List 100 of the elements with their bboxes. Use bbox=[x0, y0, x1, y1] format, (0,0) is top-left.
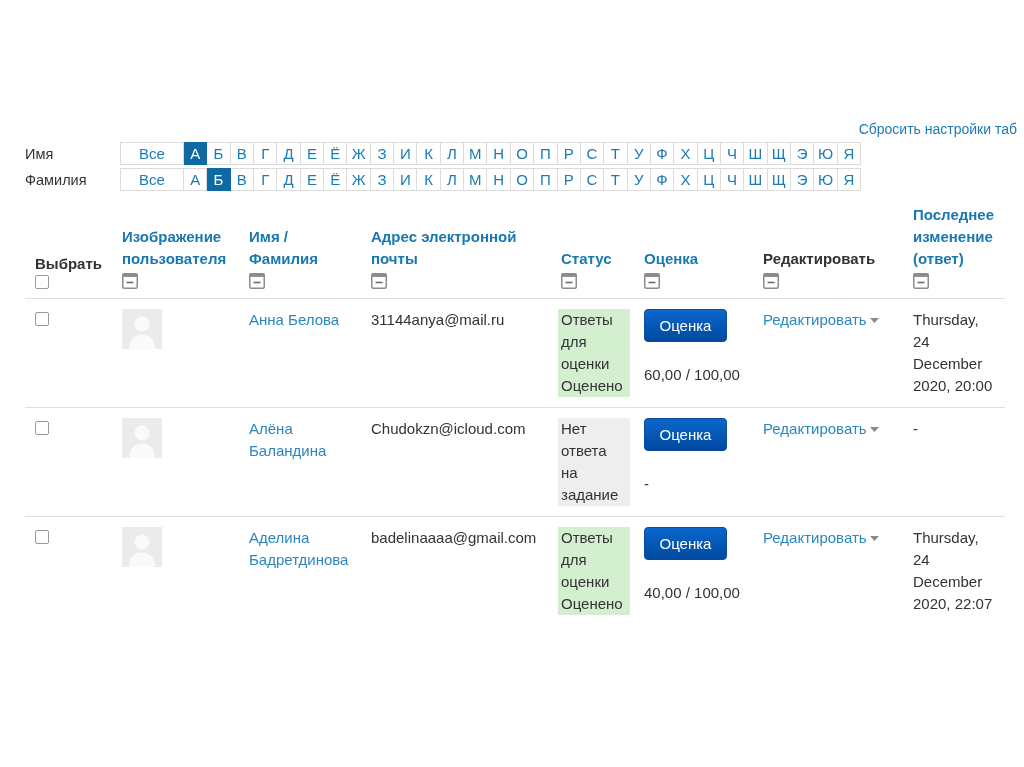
edit-menu-link[interactable]: Редактировать bbox=[763, 527, 879, 549]
column-header-link[interactable]: Последнее изменение (ответ) bbox=[913, 204, 997, 270]
grade-text: 40,00 / 100,00 bbox=[644, 583, 740, 603]
initial-filter-item[interactable]: Щ bbox=[767, 142, 791, 165]
initial-filter-item[interactable]: Н bbox=[487, 142, 511, 165]
minus-box-icon[interactable] bbox=[561, 273, 577, 289]
user-name-link[interactable]: Аделина Бадретдинова bbox=[249, 527, 355, 571]
initial-filter-item[interactable]: Х bbox=[674, 142, 698, 165]
date-text: - bbox=[913, 419, 919, 439]
initial-filter-item[interactable]: Ш bbox=[744, 142, 768, 165]
grading-status-text: Оценено bbox=[561, 594, 624, 614]
initial-filter-item[interactable]: К bbox=[417, 142, 441, 165]
row-checkbox[interactable] bbox=[35, 421, 49, 435]
initial-filter-item[interactable]: Я bbox=[837, 168, 861, 191]
date-text: Thursday, 24 December 2020, 20:00 bbox=[913, 310, 994, 396]
row-checkbox[interactable] bbox=[35, 312, 49, 326]
initial-filter-item[interactable]: У bbox=[627, 168, 651, 191]
initial-filter-item[interactable]: Ю bbox=[814, 168, 838, 191]
initial-filter-item[interactable]: М bbox=[464, 168, 488, 191]
initial-filter-item[interactable]: Ж bbox=[347, 168, 371, 191]
initial-filter-item[interactable]: Д bbox=[277, 168, 301, 191]
initial-filter-item[interactable]: Р bbox=[557, 168, 581, 191]
initial-filter-item[interactable]: У bbox=[627, 142, 651, 165]
initial-filter-item[interactable]: Ч bbox=[720, 168, 745, 191]
initial-filter-item[interactable]: Е bbox=[300, 168, 325, 191]
column-header-link[interactable]: Фамилия bbox=[249, 250, 318, 267]
filter-label: Фамилия bbox=[25, 172, 87, 188]
initial-filter-item[interactable]: В bbox=[230, 168, 255, 191]
initial-filter-item[interactable]: Г bbox=[254, 168, 278, 191]
initial-filter-item[interactable]: Ё bbox=[324, 168, 348, 191]
row-checkbox[interactable] bbox=[35, 530, 49, 544]
column-header-link[interactable]: Оценка bbox=[644, 248, 699, 270]
caret-icon bbox=[869, 426, 879, 432]
initial-filter-item[interactable]: О bbox=[510, 168, 535, 191]
minus-box-icon[interactable] bbox=[122, 273, 138, 289]
column-header-link[interactable]: Адрес электронной почты bbox=[371, 226, 545, 270]
initial-filter-item[interactable]: Щ bbox=[767, 168, 791, 191]
initial-filter-item[interactable]: Ё bbox=[324, 142, 348, 165]
initial-filter-item[interactable]: Ц bbox=[697, 142, 721, 165]
initial-filter-item[interactable]: Х bbox=[674, 168, 698, 191]
initial-filter-item[interactable]: Т bbox=[604, 168, 628, 191]
initial-filter-item[interactable]: К bbox=[417, 168, 441, 191]
initial-filter-item[interactable]: Все bbox=[121, 168, 184, 191]
initial-filter-item[interactable]: Ю bbox=[814, 142, 838, 165]
initial-filter-item[interactable]: И bbox=[394, 168, 418, 191]
select-all-checkbox[interactable] bbox=[35, 275, 49, 289]
initial-filter-item[interactable]: Б bbox=[207, 168, 231, 191]
edit-menu-link[interactable]: Редактировать bbox=[763, 418, 879, 440]
initial-filter-item[interactable]: Д bbox=[277, 142, 301, 165]
user-name-link[interactable]: Алёна Баландина bbox=[249, 418, 355, 462]
initial-filter-item[interactable]: М bbox=[464, 142, 488, 165]
column-header: Выбрать bbox=[35, 255, 102, 272]
initial-filter-item[interactable]: Р bbox=[557, 142, 581, 165]
minus-box-icon[interactable] bbox=[763, 273, 779, 289]
initial-filter-item[interactable]: Г bbox=[254, 142, 278, 165]
initial-filter-item[interactable]: Л bbox=[440, 142, 465, 165]
minus-box-icon[interactable] bbox=[249, 273, 265, 289]
date-text: Thursday, 24 December 2020, 22:07 bbox=[913, 528, 994, 614]
initial-filter-item[interactable]: Ф bbox=[650, 168, 675, 191]
grade-button[interactable]: Оценка bbox=[644, 527, 727, 560]
column-header-link[interactable]: Имя bbox=[249, 228, 280, 245]
initial-filter-item[interactable]: О bbox=[510, 142, 535, 165]
user-name-link[interactable]: Анна Белова bbox=[249, 309, 340, 331]
minus-box-icon[interactable] bbox=[913, 273, 929, 289]
initial-filter-item[interactable]: З bbox=[370, 142, 395, 165]
initial-filter-item[interactable]: Е bbox=[300, 142, 325, 165]
grade-button[interactable]: Оценка bbox=[644, 418, 727, 451]
column-header-link[interactable]: Статус bbox=[561, 248, 612, 270]
initial-filter-item[interactable]: Ц bbox=[697, 168, 721, 191]
initial-filter-item[interactable]: Ж bbox=[347, 142, 371, 165]
initial-filter-item[interactable]: П bbox=[534, 168, 558, 191]
initial-filter-item[interactable]: С bbox=[580, 168, 605, 191]
initial-filter-item[interactable]: Я bbox=[837, 142, 861, 165]
initial-filter-item[interactable]: Э bbox=[790, 142, 815, 165]
initial-filter-item[interactable]: И bbox=[394, 142, 418, 165]
email-text: badelinaaaa@gmail.com bbox=[371, 529, 537, 546]
email-text: 31144anya@mail.ru bbox=[371, 311, 505, 328]
initial-filter-item[interactable]: З bbox=[370, 168, 395, 191]
filter-label: Имя bbox=[25, 146, 54, 162]
initial-filter-item[interactable]: Ш bbox=[744, 168, 768, 191]
initial-filter-item[interactable]: Б bbox=[207, 142, 231, 165]
initial-filter-item[interactable]: Ч bbox=[720, 142, 745, 165]
column-header-link[interactable]: Изображение пользователя bbox=[122, 226, 233, 270]
reset-table-link[interactable]: Сбросить настройки таб bbox=[858, 119, 1017, 139]
initial-filter-item[interactable]: Т bbox=[604, 142, 628, 165]
initial-filter-item[interactable]: Ф bbox=[650, 142, 675, 165]
submission-status-text: Ответы для оценки bbox=[561, 528, 614, 592]
grade-button[interactable]: Оценка bbox=[644, 309, 727, 342]
caret-icon bbox=[869, 535, 879, 541]
minus-box-icon[interactable] bbox=[644, 273, 660, 289]
initial-filter-item[interactable]: С bbox=[580, 142, 605, 165]
edit-menu-link[interactable]: Редактировать bbox=[763, 309, 879, 331]
initial-filter-item[interactable]: П bbox=[534, 142, 558, 165]
caret-icon bbox=[869, 317, 879, 323]
initial-filter-item[interactable]: В bbox=[230, 142, 255, 165]
initial-filter-item[interactable]: Н bbox=[487, 168, 511, 191]
initial-filter-item[interactable]: А bbox=[184, 142, 208, 165]
initial-filter-item[interactable]: Э bbox=[790, 168, 815, 191]
initial-filter-item[interactable]: Л bbox=[440, 168, 465, 191]
minus-box-icon[interactable] bbox=[371, 273, 387, 289]
